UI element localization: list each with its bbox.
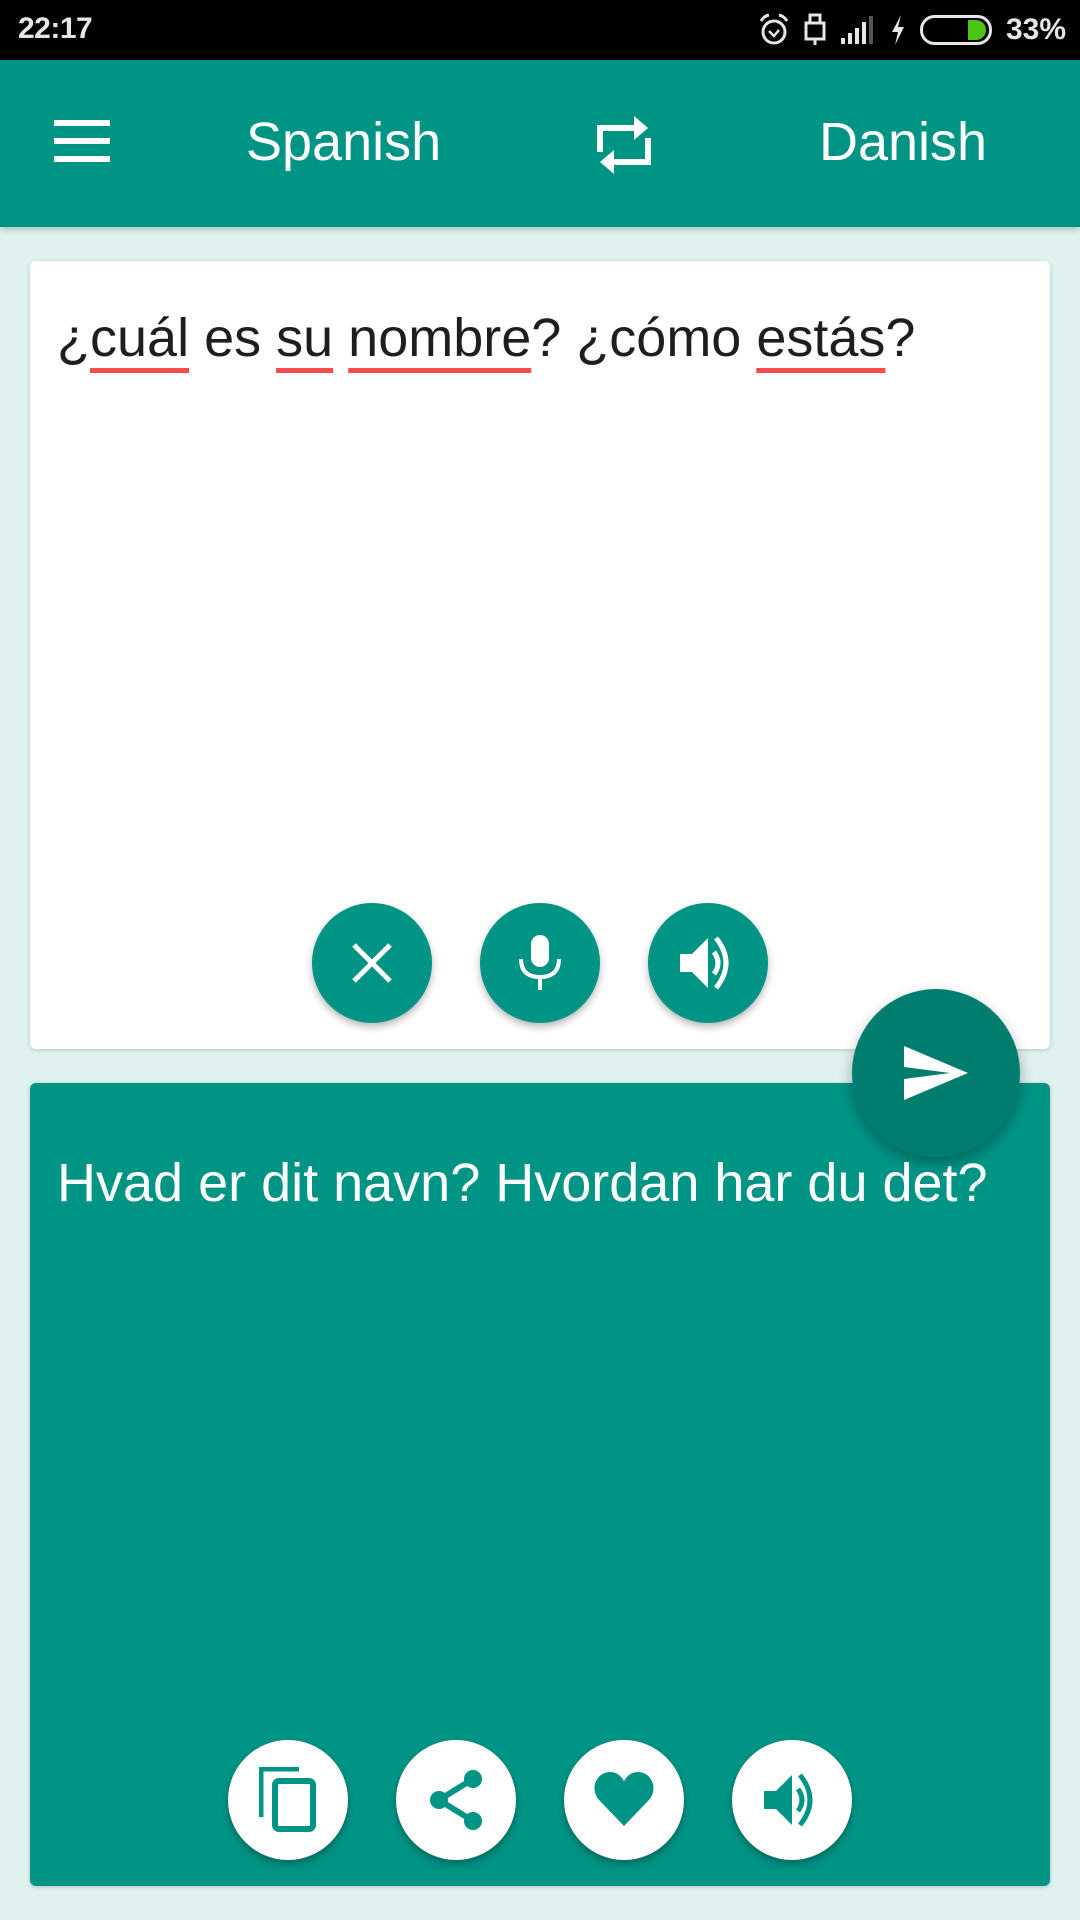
misspelled-word[interactable]: nombre — [348, 308, 531, 368]
speak-input-button[interactable] — [648, 903, 768, 1023]
misspelled-word[interactable]: cuál — [90, 308, 189, 368]
copy-icon — [259, 1767, 316, 1832]
toolbar: Spanish Danish — [0, 60, 1080, 227]
share-button[interactable] — [396, 1740, 516, 1860]
send-icon — [904, 1046, 968, 1100]
copy-button[interactable] — [228, 1740, 348, 1860]
text-segment: ? ¿cómo — [531, 308, 757, 368]
close-icon — [352, 943, 392, 983]
microphone-button[interactable] — [480, 903, 600, 1023]
text-segment: ? — [885, 308, 916, 368]
swap-icon — [597, 116, 651, 174]
charging-icon — [890, 15, 906, 45]
source-text-input[interactable]: ¿cuál es su nombre? ¿cómo estás? — [57, 301, 1023, 375]
status-icons: 33% — [758, 10, 1066, 50]
text-segment: es — [189, 308, 277, 368]
translated-text: Hvad er dit navn? Hvordan har du det? — [57, 1153, 988, 1213]
speaker-icon — [680, 936, 729, 990]
microphone-icon — [519, 935, 561, 990]
speak-output-button[interactable] — [732, 1740, 852, 1860]
source-language-selector[interactable]: Spanish — [246, 112, 441, 172]
battery-icon — [919, 15, 992, 45]
text-segment — [333, 308, 348, 368]
translate-button[interactable] — [852, 989, 1020, 1157]
battery-percent: 33% — [1005, 13, 1066, 46]
clear-button[interactable] — [312, 903, 432, 1023]
heart-icon — [594, 1772, 654, 1826]
target-language-selector[interactable]: Danish — [819, 112, 987, 172]
menu-button[interactable] — [54, 120, 112, 162]
output-card: Hvad er dit navn? Hvordan har du det? — [30, 1083, 1050, 1886]
text-segment: ¿ — [57, 308, 90, 368]
signal-icon — [840, 16, 876, 44]
share-icon — [430, 1770, 482, 1830]
usb-icon — [804, 13, 826, 47]
favorite-button[interactable] — [564, 1740, 684, 1860]
misspelled-word[interactable]: su — [276, 308, 333, 368]
swap-languages-button[interactable] — [594, 112, 654, 178]
alarm-icon — [758, 13, 790, 47]
status-time: 22:17 — [18, 12, 93, 45]
input-card: ¿cuál es su nombre? ¿cómo estás? — [30, 261, 1050, 1049]
misspelled-word[interactable]: estás — [756, 308, 885, 368]
status-bar: 22:17 33% — [0, 0, 1080, 60]
speaker-icon — [764, 1773, 813, 1827]
